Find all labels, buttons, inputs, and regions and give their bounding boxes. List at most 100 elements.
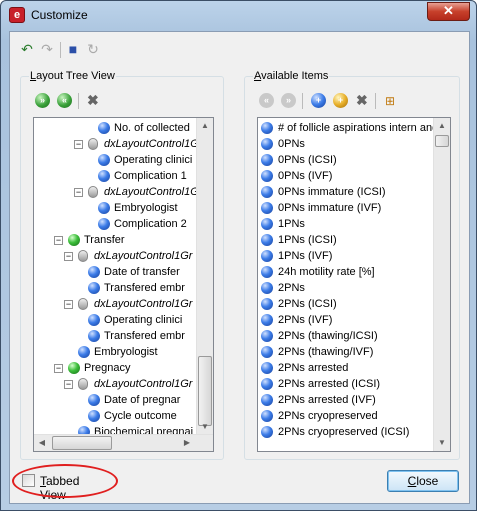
tree-row[interactable]: Operating clinici bbox=[34, 312, 196, 328]
tree-row[interactable]: No. of collected bbox=[34, 120, 196, 136]
add-group-icon[interactable]: + bbox=[311, 93, 326, 108]
list-item-label: 0PNs (IVF) bbox=[278, 170, 333, 182]
scroll-right-icon[interactable]: ▶ bbox=[179, 435, 195, 451]
list-item[interactable]: 24h motility rate [%] bbox=[258, 264, 433, 280]
tree-row[interactable]: Transfered embr bbox=[34, 328, 196, 344]
collapse-icon[interactable]: − bbox=[64, 252, 73, 261]
items-toolbar-separator bbox=[302, 93, 303, 109]
list-item[interactable]: 0PNs (ICSI) bbox=[258, 152, 433, 168]
move-up-icon[interactable]: « bbox=[259, 93, 274, 108]
item-icon bbox=[88, 282, 100, 294]
collapse-icon[interactable]: − bbox=[74, 140, 83, 149]
list-item[interactable]: 2PNs arrested (ICSI) bbox=[258, 376, 433, 392]
add-item-icon[interactable]: + bbox=[333, 93, 348, 108]
scroll-down-icon[interactable]: ▼ bbox=[434, 435, 450, 451]
group-node-icon bbox=[68, 362, 80, 374]
tree-row-label: Transfered embr bbox=[104, 282, 185, 294]
scroll-left-icon[interactable]: ◀ bbox=[34, 435, 50, 451]
tree-row[interactable]: − dxLayoutControl1Gr bbox=[34, 184, 202, 200]
tree-row[interactable]: − dxLayoutControl1Gr bbox=[34, 376, 196, 392]
group-icon bbox=[88, 186, 98, 198]
list-item[interactable]: 2PNs cryopreserved bbox=[258, 408, 433, 424]
items-vertical-scrollbar[interactable]: ▲ ▼ bbox=[433, 118, 450, 451]
list-item[interactable]: 2PNs arrested (IVF) bbox=[258, 392, 433, 408]
group-icon bbox=[88, 138, 98, 150]
tree-row-label: Pregnacy bbox=[84, 362, 131, 374]
list-item[interactable]: 2PNs cryopreserved (ICSI) bbox=[258, 424, 433, 440]
tree-row-label: No. of collected bbox=[114, 122, 190, 134]
list-item[interactable]: 2PNs (thawing/IVF) bbox=[258, 344, 433, 360]
collapse-icon[interactable]: − bbox=[74, 188, 83, 197]
list-item[interactable]: # of follicle aspirations intern and bbox=[258, 120, 438, 136]
save-icon[interactable]: ■ bbox=[64, 40, 82, 58]
available-items-list[interactable]: # of follicle aspirations intern and 0PNs… bbox=[257, 117, 451, 452]
collapse-icon[interactable]: − bbox=[64, 380, 73, 389]
list-item[interactable]: 0PNs (IVF) bbox=[258, 168, 433, 184]
delete-icon[interactable]: ✖ bbox=[87, 93, 99, 108]
reset-icon[interactable]: ↻ bbox=[84, 40, 102, 58]
available-items-label: Available Items bbox=[253, 70, 330, 82]
tree-row-label: Cycle outcome bbox=[104, 410, 177, 422]
item-icon bbox=[261, 266, 273, 278]
tree-row[interactable]: − dxLayoutControl1Gr bbox=[34, 136, 202, 152]
tree-row-label: dxLayoutControl1Gr bbox=[104, 186, 203, 198]
highlight-annotation bbox=[12, 464, 118, 498]
tree-horizontal-scrollbar[interactable]: ◀ ▶ bbox=[34, 434, 213, 451]
tree-row[interactable]: − Transfer bbox=[34, 232, 196, 248]
tree-row-label: Date of transfer bbox=[104, 266, 180, 278]
tree-vscroll-thumb[interactable] bbox=[198, 356, 212, 426]
undo-icon[interactable]: ↶ bbox=[18, 40, 36, 58]
item-icon bbox=[261, 122, 273, 134]
tree-row[interactable]: − dxLayoutControl1Gr bbox=[34, 248, 196, 264]
close-button[interactable]: Close bbox=[387, 470, 459, 492]
list-item[interactable]: 2PNs (thawing/ICSI) bbox=[258, 328, 433, 344]
move-down-icon[interactable]: » bbox=[281, 93, 296, 108]
list-item-label: 2PNs bbox=[278, 282, 305, 294]
expand-all-icon[interactable]: » bbox=[35, 93, 50, 108]
item-icon bbox=[261, 138, 273, 150]
tree-row[interactable]: Transfered embr bbox=[34, 280, 196, 296]
list-item[interactable]: 1PNs (ICSI) bbox=[258, 232, 433, 248]
item-icon bbox=[261, 362, 273, 374]
list-item[interactable]: 1PNs (IVF) bbox=[258, 248, 433, 264]
remove-item-icon[interactable]: ✖ bbox=[356, 93, 368, 108]
list-item-label: 2PNs arrested (ICSI) bbox=[278, 378, 381, 390]
tree-row[interactable]: Date of transfer bbox=[34, 264, 196, 280]
tree-row[interactable]: Embryologist bbox=[34, 344, 196, 360]
tree-row[interactable]: Embryologist bbox=[34, 200, 196, 216]
list-item-label: 2PNs cryopreserved (ICSI) bbox=[278, 426, 410, 438]
tree-row[interactable]: Operating clinici bbox=[34, 152, 196, 168]
scroll-down-icon[interactable]: ▼ bbox=[197, 419, 213, 435]
tree-row[interactable]: − dxLayoutControl1Gr bbox=[34, 296, 196, 312]
item-icon bbox=[261, 330, 273, 342]
scroll-up-icon[interactable]: ▲ bbox=[434, 118, 450, 134]
list-item[interactable]: 0PNs immature (ICSI) bbox=[258, 184, 433, 200]
tree-hscroll-thumb[interactable] bbox=[52, 436, 112, 450]
collapse-all-icon[interactable]: « bbox=[57, 93, 72, 108]
collapse-icon[interactable]: − bbox=[64, 300, 73, 309]
redo-icon[interactable]: ↷ bbox=[38, 40, 56, 58]
list-item[interactable]: 2PNs bbox=[258, 280, 433, 296]
tree-row[interactable]: Date of pregnar bbox=[34, 392, 196, 408]
collapse-icon[interactable]: − bbox=[54, 364, 63, 373]
tree-row[interactable]: Complication 2 bbox=[34, 216, 196, 232]
title-bar[interactable]: e Customize ✕ bbox=[1, 1, 476, 31]
list-item[interactable]: 0PNs bbox=[258, 136, 433, 152]
list-item[interactable]: 2PNs (IVF) bbox=[258, 312, 433, 328]
tree-row-label: Operating clinici bbox=[114, 154, 193, 166]
list-item[interactable]: 2PNs (ICSI) bbox=[258, 296, 433, 312]
tree-vertical-scrollbar[interactable]: ▲ ▼ bbox=[196, 118, 213, 435]
collapse-icon[interactable]: − bbox=[54, 236, 63, 245]
items-vscroll-thumb[interactable] bbox=[435, 135, 449, 147]
tree-row[interactable]: Cycle outcome bbox=[34, 408, 196, 424]
tree-view-icon[interactable]: ⊞ bbox=[381, 92, 399, 110]
scroll-up-icon[interactable]: ▲ bbox=[197, 118, 213, 134]
tree-row[interactable]: − Pregnacy bbox=[34, 360, 196, 376]
list-item-label: 2PNs (thawing/ICSI) bbox=[278, 330, 378, 342]
layout-tree[interactable]: No. of collected − dxLayoutControl1Gr Opera… bbox=[33, 117, 214, 452]
list-item[interactable]: 2PNs arrested bbox=[258, 360, 433, 376]
window-close-button[interactable]: ✕ bbox=[427, 2, 470, 21]
list-item[interactable]: 0PNs immature (IVF) bbox=[258, 200, 433, 216]
list-item[interactable]: 1PNs bbox=[258, 216, 433, 232]
tree-row[interactable]: Complication 1 bbox=[34, 168, 196, 184]
